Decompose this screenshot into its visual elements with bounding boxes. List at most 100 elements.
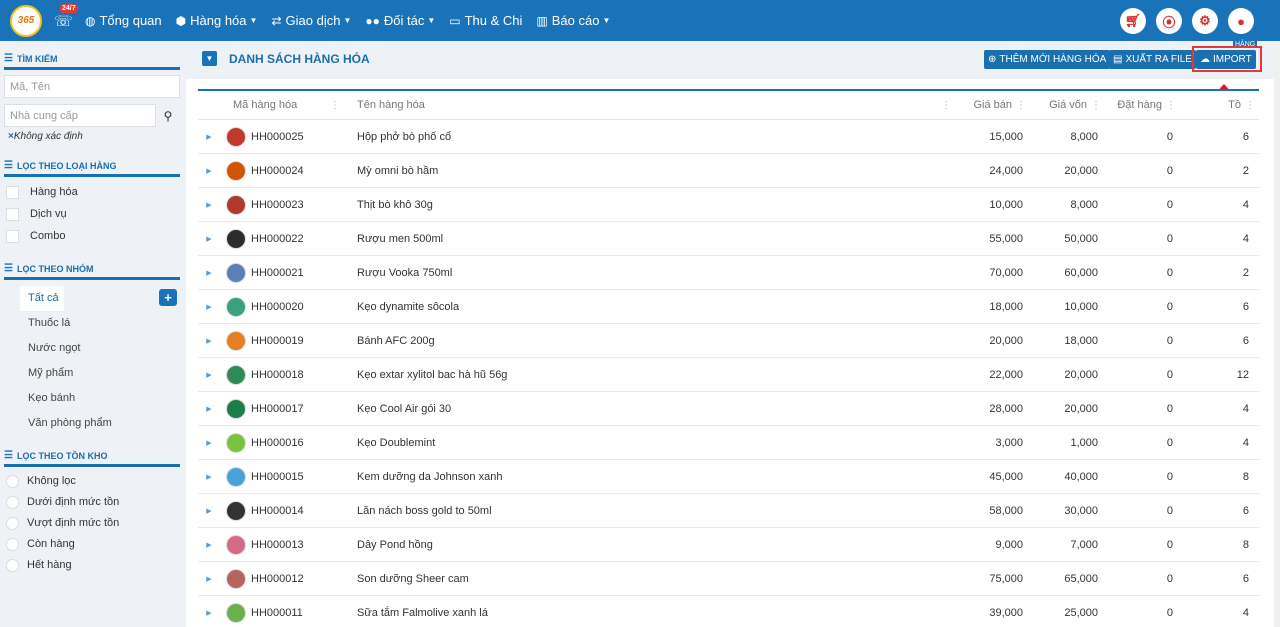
page-scrollbar[interactable] [1274, 41, 1280, 627]
nav-item-label: Tổng quan [99, 13, 162, 28]
hotline-phone-icon[interactable]: ☏ 24/7 [54, 3, 78, 32]
group-filter-item[interactable]: Tất cả [20, 286, 64, 311]
expand-row-icon[interactable]: ▶ [198, 439, 220, 447]
column-header[interactable]: Mã hàng hóa ⋮ [220, 91, 344, 120]
type-title-label: LỌC THEO LOẠI HÀNG [16, 160, 117, 171]
table-row[interactable]: ▶ HH000011 Sữa tắm Falmolive xanh lá 39,000… [198, 596, 1259, 627]
stock-filter-item[interactable]: Vượt định mức tồn [6, 516, 186, 530]
nav-item-4[interactable]: ▭ Thu & Chi [442, 0, 529, 41]
product-table: Mã hàng hóa ⋮ Tên hàng hóa ⋮ Giá bán ⋮ Giá vốn… [198, 89, 1259, 627]
user-icon[interactable]: ● [1228, 8, 1254, 34]
group-filter-item[interactable]: Kẹo bánh [0, 386, 186, 411]
search-input[interactable]: Mã, Tên [4, 75, 180, 98]
radio-button[interactable] [6, 516, 19, 530]
expand-row-icon[interactable]: ▶ [198, 507, 220, 515]
column-menu-icon[interactable]: ⋮ [1016, 100, 1026, 111]
stock-filter-item[interactable]: Còn hàng [6, 537, 186, 551]
nav-item-3[interactable]: ●● Đối tác ▼ [358, 0, 442, 41]
expand-row-icon[interactable]: ▶ [198, 167, 220, 175]
stock-qty: 12 [1236, 368, 1249, 381]
table-row[interactable]: ▶ HH000015 Kem dưỡng da Johnson xanh 45,000… [198, 460, 1259, 494]
stock-filter-item[interactable]: Không lọc [6, 474, 186, 488]
table-row[interactable]: ▶ HH000017 Kẹo Cool Air gói 30 28,000 20,000… [198, 392, 1259, 426]
table-row[interactable]: ▶ HH000012 Son dưỡng Sheer cam 75,000 65,000… [198, 562, 1259, 596]
column-header[interactable]: Giá vốn ⋮ [1030, 91, 1105, 120]
table-row[interactable]: ▶ HH000023 Thịt bò khô 30g 10,000 8,000 0 4 [198, 188, 1259, 222]
expand-row-icon[interactable]: ▶ [198, 337, 220, 345]
sale-price: 39,000 [989, 606, 1023, 619]
column-menu-icon[interactable]: ⋮ [1091, 100, 1101, 111]
import-button[interactable]: ☁ IMPORT [1196, 50, 1256, 69]
expand-row-icon[interactable]: ▶ [198, 303, 220, 311]
product-code-cell: HH000018 [220, 364, 344, 385]
product-thumbnail [226, 568, 246, 589]
table-row[interactable]: ▶ HH000021 Rượu Vooka 750ml 70,000 60,000 0 2 [198, 256, 1259, 290]
table-row[interactable]: ▶ HH000018 Kẹo extar xylitol bac hà hũ 56g… [198, 358, 1259, 392]
supplier-input[interactable]: Nhà cung cấp [4, 104, 156, 127]
location-pin-icon[interactable]: ⦿ [1156, 8, 1182, 34]
stock-qty: 2 [1242, 164, 1249, 177]
type-filter-item[interactable]: Hàng hóa [6, 185, 186, 199]
radio-button[interactable] [6, 495, 19, 509]
gear-icon[interactable]: ⚙ [1192, 8, 1218, 34]
expand-row-icon[interactable]: ▶ [198, 235, 220, 243]
column-menu-icon[interactable]: ⋮ [941, 100, 951, 111]
cart-icon[interactable]: 🛒︎ [1120, 8, 1146, 34]
expand-row-icon[interactable]: ▶ [198, 473, 220, 481]
expand-row-icon[interactable]: ▶ [198, 609, 220, 617]
app-logo[interactable]: 365 [10, 4, 42, 37]
radio-button[interactable] [6, 558, 19, 572]
expand-row-icon[interactable]: ▶ [198, 371, 220, 379]
stock-filter-item[interactable]: Hết hàng [6, 558, 186, 572]
group-filter-item[interactable]: Văn phòng phẩm [0, 411, 186, 436]
nav-item-0[interactable]: ◍ Tổng quan [78, 0, 169, 41]
type-filter-item[interactable]: Dịch vụ [6, 207, 186, 221]
stock-qty: 6 [1242, 300, 1249, 313]
column-header[interactable]: Tên hàng hóa ⋮ [344, 91, 955, 120]
table-row[interactable]: ▶ HH000020 Kẹo dynamite sôcola 18,000 10,000… [198, 290, 1259, 324]
table-row[interactable]: ▶ HH000024 Mỳ omni bò hầm 24,000 20,000 0 2 [198, 154, 1259, 188]
cost-price: 20,000 [1064, 402, 1098, 415]
stock-filter-item[interactable]: Dưới định mức tồn [6, 495, 186, 509]
unknown-supplier-tag[interactable]: ×Không xác định [8, 131, 186, 142]
table-row[interactable]: ▶ HH000022 Rượu men 500ml 55,000 50,000 0 4 [198, 222, 1259, 256]
type-filter-item[interactable]: Combo [6, 229, 186, 243]
product-name: Bánh AFC 200g [357, 334, 435, 347]
expand-row-icon[interactable]: ▶ [198, 269, 220, 277]
group-filter-item[interactable]: Thuốc lá [0, 311, 186, 336]
nav-item-label: Hàng hóa [190, 13, 247, 28]
column-menu-icon[interactable]: ⋮ [330, 100, 340, 111]
group-filter-item[interactable]: Nước ngọt [0, 336, 186, 361]
export-file-button[interactable]: ▤ XUẤT RA FILE [1109, 50, 1196, 69]
add-product-button[interactable]: ⊕ THÊM MỚI HÀNG HÓA [984, 50, 1111, 69]
add-group-button[interactable]: + [159, 289, 177, 306]
column-header[interactable]: Giá bán ⋮ [955, 91, 1030, 120]
table-row[interactable]: ▶ HH000013 Dây Pond hồng 9,000 7,000 0 8 [198, 528, 1259, 562]
filter-toggle-icon[interactable]: ▼ [202, 51, 217, 66]
column-menu-icon[interactable]: ⋮ [1166, 100, 1176, 111]
nav-item-5[interactable]: ▥ Báo cáo ▼ [529, 0, 617, 41]
product-name: Hộp phở bò phố cổ [357, 130, 452, 143]
column-menu-icon[interactable]: ⋮ [1245, 100, 1255, 111]
search-icon[interactable]: ⚲ [156, 109, 180, 123]
table-row[interactable]: ▶ HH000025 Hộp phở bò phố cổ 15,000 8,000 0 6 [198, 120, 1259, 154]
checkbox[interactable] [6, 185, 19, 199]
cost-price: 20,000 [1064, 368, 1098, 381]
nav-item-1[interactable]: ⬢ Hàng hóa ▼ [169, 0, 265, 41]
expand-row-icon[interactable]: ▶ [198, 133, 220, 141]
table-row[interactable]: ▶ HH000014 Lăn nách boss gold to 50ml 58,00… [198, 494, 1259, 528]
radio-button[interactable] [6, 537, 19, 551]
expand-row-icon[interactable]: ▶ [198, 405, 220, 413]
checkbox[interactable] [6, 207, 19, 221]
group-filter-item[interactable]: Mỹ phẩm [0, 361, 186, 386]
table-row[interactable]: ▶ HH000019 Bánh AFC 200g 20,000 18,000 0 6 [198, 324, 1259, 358]
nav-item-2[interactable]: ⇄ Giao dịch ▼ [264, 0, 358, 41]
table-row[interactable]: ▶ HH000016 Kẹo Doublemint 3,000 1,000 0 4 [198, 426, 1259, 460]
checkbox[interactable] [6, 229, 19, 243]
column-header[interactable]: Đặt hàng ⋮ [1105, 91, 1180, 120]
radio-button[interactable] [6, 474, 19, 488]
expand-row-icon[interactable]: ▶ [198, 201, 220, 209]
column-header[interactable]: Tồ ⋮ [1180, 91, 1259, 120]
expand-row-icon[interactable]: ▶ [198, 575, 220, 583]
expand-row-icon[interactable]: ▶ [198, 541, 220, 549]
